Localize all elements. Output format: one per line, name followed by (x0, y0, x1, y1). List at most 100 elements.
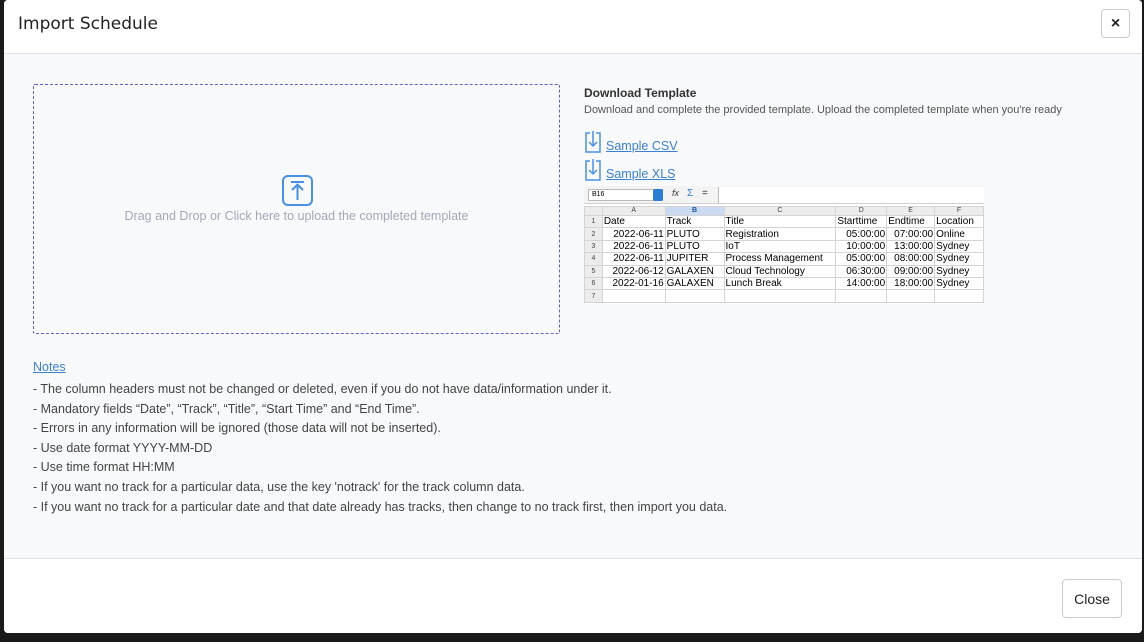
upload-icon (282, 175, 313, 206)
column-letter: A (601, 206, 666, 216)
table-row: 3 2022-06-11 PLUTO IoT 10:00:00 13:00:00… (584, 239, 984, 254)
download-icon (585, 159, 601, 181)
note-item: - Use date format YYYY-MM-DD (33, 440, 213, 455)
table-row: 2 2022-06-11 PLUTO Registration 05:00:00… (584, 227, 984, 241)
namebox-dropdown-icon (653, 189, 663, 201)
function-icon: fx (672, 188, 680, 198)
table-cell: Lunch Break (723, 276, 837, 291)
column-header-row: A B C D E F (584, 206, 984, 216)
column-letter: B (664, 206, 725, 216)
table-cell: Sydney (934, 276, 984, 291)
table-cell: Endtime (886, 214, 936, 229)
modal-header: Import Schedule × (4, 0, 1142, 54)
row-number: 6 (584, 276, 603, 291)
equals-icon: = (702, 188, 708, 199)
row-number: 4 (584, 252, 603, 266)
table-cell: Location (934, 214, 984, 229)
row-number: 3 (584, 239, 603, 254)
table-cell: 2022-06-11 (601, 252, 666, 266)
note-item: - If you want no track for a particular … (33, 479, 525, 494)
note-item: - Mandatory fields “Date”, “Track”, “Tit… (33, 401, 420, 416)
table-cell: IoT (723, 239, 837, 254)
close-icon-button[interactable]: × (1101, 9, 1130, 38)
note-item: - The column headers must not be changed… (33, 382, 612, 396)
table-cell: 08:00:00 (886, 252, 936, 266)
table-cell: Track (664, 214, 725, 229)
modal-body: Drag and Drop or Click here to upload th… (4, 54, 1142, 558)
row-number: 7 (584, 289, 603, 303)
table-cell: Title (723, 214, 837, 229)
download-template-subtitle: Download and complete the provided templ… (584, 104, 1062, 116)
import-schedule-modal: Import Schedule × Drag and Drop or Click… (4, 0, 1142, 633)
sample-spreadsheet: A B C D E F 1 Date Track Title Starttime… (584, 206, 984, 303)
sample-xls-label: Sample XLS (606, 167, 676, 181)
table-row: 5 2022-06-12 GALAXEN Cloud Technology 06… (584, 264, 984, 278)
table-cell: Online (934, 227, 984, 241)
sample-xls-link[interactable]: Sample XLS (584, 158, 675, 182)
table-cell: Sydney (934, 252, 984, 266)
table-cell: 09:00:00 (886, 264, 936, 278)
template-preview-image: B16 fx Σ = A B C D E F 1 Date Track Titl… (584, 186, 984, 304)
table-row: 7 (584, 289, 984, 303)
table-cell: 2022-06-11 (601, 239, 666, 254)
download-icon (585, 131, 601, 153)
table-cell (664, 289, 725, 303)
cell-reference: B16 (588, 189, 663, 201)
table-cell: 06:30:00 (835, 264, 888, 278)
table-cell: 2022-06-12 (601, 264, 666, 278)
column-letter: D (835, 206, 888, 216)
table-cell: Cloud Technology (723, 264, 837, 278)
formula-input (718, 187, 984, 203)
sample-csv-label: Sample CSV (606, 139, 678, 153)
table-cell (934, 289, 984, 303)
modal-footer: Close (4, 558, 1142, 633)
row-number: 5 (584, 264, 603, 278)
table-cell: 10:00:00 (835, 239, 888, 254)
row-number: 2 (584, 227, 603, 241)
table-cell: 14:00:00 (835, 276, 888, 291)
upload-dropzone[interactable]: Drag and Drop or Click here to upload th… (33, 84, 560, 334)
table-cell (886, 289, 936, 303)
table-cell (835, 289, 888, 303)
note-item: - If you want no track for a particular … (33, 499, 728, 514)
notes-list: - The column headers must not be changed… (33, 380, 727, 517)
note-item: - Errors in any information will be igno… (33, 421, 441, 436)
table-cell: 07:00:00 (886, 227, 936, 241)
row-number: 1 (584, 214, 603, 229)
notes-link[interactable]: Notes (33, 360, 66, 374)
table-cell: 2022-06-11 (601, 227, 666, 241)
table-cell: 05:00:00 (835, 227, 888, 241)
table-cell: Starttime (835, 214, 888, 229)
table-cell: PLUTO (664, 239, 725, 254)
download-template-title: Download Template (584, 86, 697, 100)
sum-icon: Σ (687, 188, 694, 199)
table-cell: 05:00:00 (835, 252, 888, 266)
table-cell: PLUTO (664, 227, 725, 241)
table-cell: Process Management (723, 252, 837, 266)
table-cell (601, 289, 666, 303)
close-button[interactable]: Close (1062, 579, 1122, 618)
sample-csv-link[interactable]: Sample CSV (584, 130, 678, 154)
corner-cell (584, 206, 603, 216)
column-letter: F (934, 206, 984, 216)
formula-bar: B16 fx Σ = (584, 186, 984, 204)
modal-title: Import Schedule (18, 14, 158, 34)
table-cell: JUPITER (664, 252, 725, 266)
table-cell: 13:00:00 (886, 239, 936, 254)
table-cell: GALAXEN (664, 276, 725, 291)
table-row: 6 2022-01-16 GALAXEN Lunch Break 14:00:0… (584, 276, 984, 291)
table-cell: Date (601, 214, 666, 229)
table-cell: 2022-01-16 (601, 276, 666, 291)
note-item: - Use time format HH:MM (33, 460, 175, 475)
table-cell: 18:00:00 (886, 276, 936, 291)
column-letter: C (723, 206, 837, 216)
table-cell (723, 289, 837, 303)
table-cell: Sydney (934, 264, 984, 278)
table-row: 4 2022-06-11 JUPITER Process Management … (584, 252, 984, 266)
column-letter: E (886, 206, 936, 216)
table-cell: GALAXEN (664, 264, 725, 278)
close-icon: × (1110, 14, 1121, 32)
upload-instructions: Drag and Drop or Click here to upload th… (124, 209, 469, 223)
table-row: 1 Date Track Title Starttime Endtime Loc… (584, 214, 984, 229)
table-cell: Sydney (934, 239, 984, 254)
